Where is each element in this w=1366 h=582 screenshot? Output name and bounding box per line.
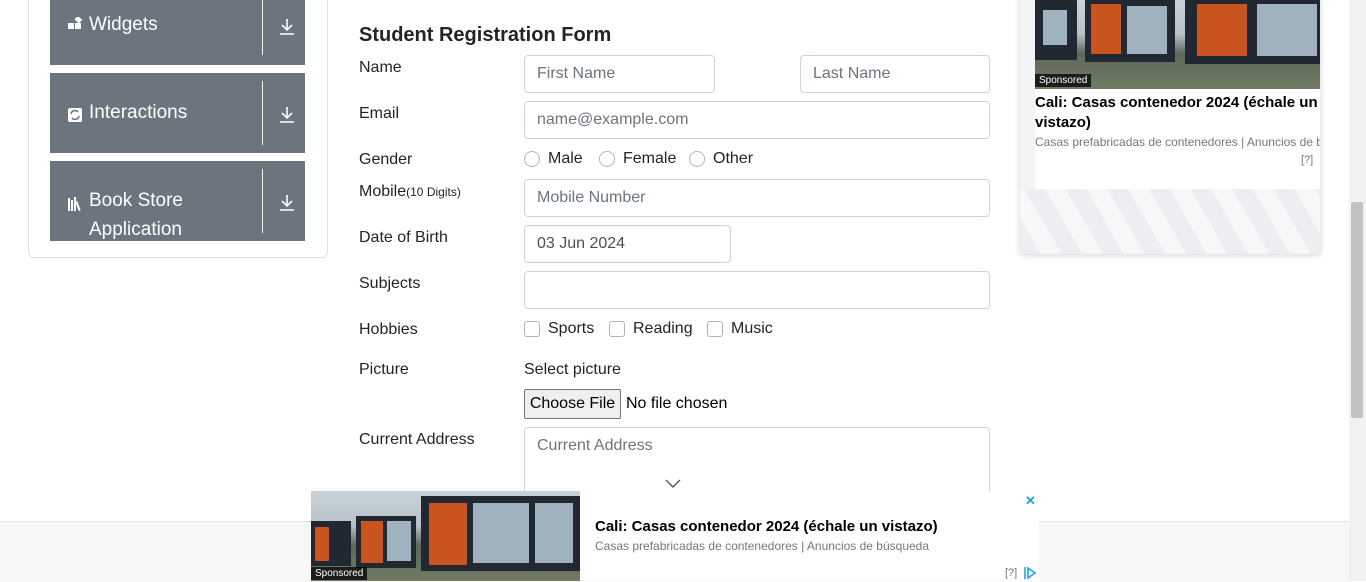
container-wood-panel (361, 521, 383, 563)
right-ad-headline[interactable]: Cali: Casas contenedor 2024 (échale un v… (1035, 93, 1320, 133)
group-book-store[interactable]: Book Store Application (50, 161, 305, 241)
bottom-ad-banner[interactable]: Sponsored Cali: Casas contenedor 2024 (é… (311, 491, 1039, 581)
ad-help-link[interactable]: [?] (1005, 567, 1017, 579)
bottom-ad-headline[interactable]: Cali: Casas contenedor 2024 (échale un v… (595, 518, 938, 535)
container-window (1043, 10, 1067, 45)
name-label: Name (359, 59, 402, 76)
dob-input[interactable]: 03 Jun 2024 (524, 225, 731, 263)
hobby-sports-checkbox[interactable]: Sports (524, 319, 599, 339)
container-window (1127, 6, 1167, 54)
gender-male-radio[interactable]: Male (524, 149, 594, 169)
group-divider (262, 0, 263, 55)
container-wood-panel (1197, 4, 1247, 56)
container-window (387, 521, 411, 561)
group-label-book-store: Book Store (89, 190, 183, 211)
container-window (535, 503, 573, 563)
interactions-icon (68, 108, 82, 122)
mobile-input[interactable]: Mobile Number (524, 179, 990, 217)
gender-option-label: Male (548, 150, 583, 167)
select-picture-label: Select picture (524, 361, 621, 378)
dob-label: Date of Birth (359, 229, 448, 246)
adchoices-icon[interactable] (1023, 566, 1037, 580)
chevron-down-icon[interactable] (665, 479, 681, 489)
choose-file-button[interactable]: Choose File (524, 389, 621, 419)
group-widgets[interactable]: Widgets (50, 0, 305, 65)
checkbox-box[interactable] (609, 321, 625, 337)
file-status-text: No file chosen (626, 395, 728, 412)
checkbox-box[interactable] (707, 321, 723, 337)
form-title: Student Registration Form (359, 24, 612, 46)
group-divider (262, 81, 263, 145)
radio-circle[interactable] (689, 151, 705, 167)
group-label-interactions: Interactions (89, 102, 188, 123)
gender-label: Gender (359, 151, 413, 168)
right-ad-image[interactable]: Sponsored (1035, 0, 1320, 89)
ad-help-link[interactable]: [?] (1301, 154, 1313, 166)
email-label: Email (359, 105, 400, 122)
bottom-ad-subtext[interactable]: Casas prefabricadas de contenedores | An… (595, 539, 1015, 553)
mobile-label-text: Mobile (359, 183, 407, 200)
picture-label: Picture (359, 361, 409, 378)
widgets-icon (68, 17, 83, 29)
close-icon[interactable]: ✕ (1025, 493, 1036, 509)
hobby-option-label: Music (731, 320, 773, 337)
container-window (473, 503, 529, 563)
group-divider (262, 169, 263, 233)
sponsored-tag: Sponsored (1035, 74, 1092, 87)
gender-radio-group: Male Female Other (524, 149, 824, 171)
group-label-book-store-line2: Application (89, 219, 182, 240)
group-separator (50, 65, 305, 73)
address-label: Current Address (359, 431, 475, 448)
download-arrow-icon[interactable] (278, 194, 296, 212)
scrollbar-thumb[interactable] (1351, 202, 1363, 418)
hobbies-checkbox-group: Sports Reading Music (524, 319, 824, 341)
subjects-label: Subjects (359, 275, 421, 292)
adchoices-icon[interactable] (1319, 152, 1320, 166)
group-separator (50, 153, 305, 161)
hobbies-label: Hobbies (359, 321, 418, 338)
hobby-option-label: Reading (633, 320, 693, 337)
hobby-reading-checkbox[interactable]: Reading (609, 319, 694, 339)
group-label-widgets: Widgets (89, 14, 158, 35)
last-name-input[interactable]: Last Name (800, 55, 990, 93)
email-input[interactable]: name@example.com (524, 101, 990, 139)
first-name-input[interactable]: First Name (524, 55, 715, 93)
gender-option-label: Female (623, 150, 677, 167)
container-wood-panel (315, 527, 329, 561)
container-window (1257, 4, 1317, 56)
download-arrow-icon[interactable] (278, 106, 296, 124)
download-arrow-icon[interactable] (278, 18, 296, 36)
right-ad-card[interactable]: Sponsored Cali: Casas contenedor 2024 (é… (1035, 0, 1320, 189)
right-ad-banner[interactable]: Sponsored Cali: Casas contenedor 2024 (é… (1020, 0, 1320, 254)
group-interactions[interactable]: Interactions (50, 73, 305, 153)
radio-circle[interactable] (524, 151, 540, 167)
gender-other-radio[interactable]: Other (689, 149, 759, 169)
subjects-input[interactable] (524, 271, 990, 309)
right-ad-subtext[interactable]: Casas prefabricadas de contenedores | An… (1035, 135, 1320, 149)
ad-background-pattern (1020, 188, 1320, 254)
mobile-hint: (10 Digits) (406, 185, 461, 199)
container-wood-panel (1091, 4, 1121, 54)
hobby-music-checkbox[interactable]: Music (707, 319, 782, 339)
radio-circle[interactable] (599, 151, 615, 167)
gender-option-label: Other (713, 150, 754, 167)
mobile-label: Mobile(10 Digits) (359, 183, 461, 201)
book-store-icon (68, 197, 81, 212)
gender-female-radio[interactable]: Female (599, 149, 684, 169)
bottom-ad-image[interactable]: Sponsored (311, 491, 580, 581)
hobby-option-label: Sports (548, 320, 595, 337)
sponsored-tag: Sponsored (311, 567, 368, 580)
checkbox-box[interactable] (524, 321, 540, 337)
container-wood-panel (429, 503, 467, 565)
